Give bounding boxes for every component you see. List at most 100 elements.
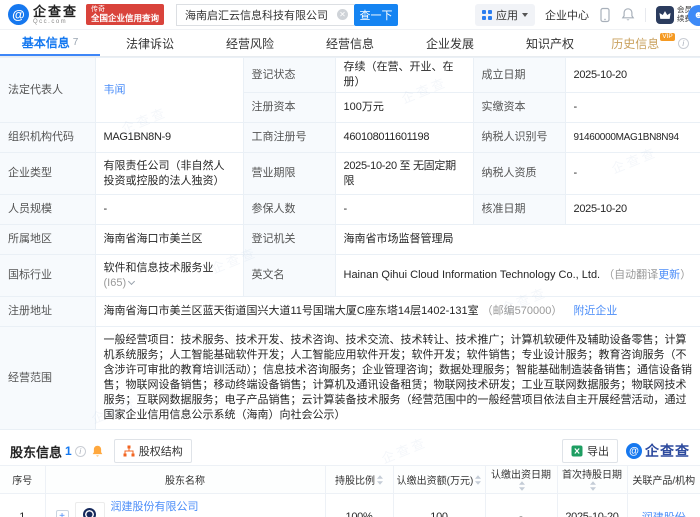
field-label: 国标行业 xyxy=(0,254,96,297)
auto-translate-note-close: ） xyxy=(680,269,692,281)
table-header-row: 序号 股东名称 持股比例 认缴出资额(万元) 认缴出资日期 首次持股日期 关联产… xyxy=(0,465,700,494)
member-center-link[interactable]: 企业中心 xyxy=(545,7,589,23)
org-code-value: MAG1BN8N-9 xyxy=(95,122,244,153)
reg-status-value: 存续（在营、开业、在册） xyxy=(335,57,474,93)
tab-count: 7 xyxy=(72,36,79,48)
field-label: 登记机关 xyxy=(243,224,336,255)
field-label: 实缴资本 xyxy=(473,92,566,123)
qcc-watermark-logo: @ 企查查 xyxy=(626,441,690,461)
field-label: 纳税人识别号 xyxy=(473,122,566,153)
table-row: 1 + 润建股份有限公司 润建股份（002929.SZ） 100% 100 - … xyxy=(0,493,700,517)
brand-domain: Qcc.com xyxy=(33,18,68,25)
zip-code: （邮编570000） xyxy=(481,305,563,317)
industry-cell: 软件和信息技术服务业 (I65) xyxy=(95,254,244,297)
auto-translate-note: （自动翻译 xyxy=(603,269,659,281)
org-chart-icon xyxy=(123,445,135,457)
apps-label: 应用 xyxy=(496,9,518,22)
basic-info-table: 法定代表人 韦闻 登记状态 存续（在营、开业、在册） 成立日期 2025-10-… xyxy=(0,57,700,430)
qcc-company-page: 企查查 企查查 企查查 企查查 企查查 企查查 企查查 企查查 @ 企查查 Qc… xyxy=(0,0,700,517)
shareholder-name-link[interactable]: 润建股份有限公司 xyxy=(111,501,233,514)
apps-menu-button[interactable]: 应用 xyxy=(475,3,535,26)
col-date[interactable]: 认缴出资日期 xyxy=(485,465,558,494)
business-scope-value: 一般经营项目：技术服务、技术开发、技术咨询、技术交流、技术转让、技术推广；计算机… xyxy=(95,326,700,430)
equity-structure-button[interactable]: 股权结构 xyxy=(113,439,192,463)
qcc-logo[interactable]: @ 企查查 Qcc.com 传奇 全国企业信用查询 xyxy=(8,4,165,25)
vip-renew-button[interactable]: 会员 续费 xyxy=(656,5,692,24)
approval-date-value: 2025-10-20 xyxy=(565,194,700,225)
tab-company-development[interactable]: 企业发展 xyxy=(400,30,500,56)
sort-icon xyxy=(377,475,383,485)
shareholders-title: 股东信息 xyxy=(10,444,63,460)
field-label: 纳税人资质 xyxy=(473,152,566,195)
tab-intellectual-property[interactable]: 知识产权 xyxy=(500,30,600,56)
industry-code: (I65) xyxy=(103,276,127,289)
tab-basic-info[interactable]: 基本信息 7 xyxy=(0,30,100,56)
notification-bell-icon[interactable] xyxy=(621,7,635,22)
top-header: @ 企查查 Qcc.com 传奇 全国企业信用查询 ✕ 查一下 应用 企业中心 xyxy=(0,0,700,30)
english-name-value: Hainan Qihui Cloud Information Technolog… xyxy=(343,269,601,281)
tab-operating-risk[interactable]: 经营风险 xyxy=(200,30,300,56)
shareholders-header: 股东信息 1 i 股权结构 导出 @ 企查查 xyxy=(0,437,700,465)
insured-count-value: - xyxy=(335,194,474,225)
crown-icon xyxy=(656,5,674,24)
vip-badge: VIP xyxy=(660,33,675,41)
info-icon[interactable]: i xyxy=(677,37,689,49)
row-no: 1 xyxy=(0,493,46,517)
related-product-link[interactable]: 润建股份 xyxy=(642,512,686,517)
col-ratio[interactable]: 持股比例 xyxy=(325,465,394,494)
qcc-logo-icon: @ xyxy=(626,443,642,459)
legal-rep-link[interactable]: 韦闻 xyxy=(104,84,126,96)
amount-value: 100 xyxy=(393,493,486,517)
tab-label: 企业发展 xyxy=(425,36,474,51)
industry-code-toggle[interactable]: (I65) xyxy=(104,276,235,291)
tab-history-info[interactable]: 历史信息 VIP i xyxy=(600,30,700,56)
region-value: 海南省海口市美兰区 xyxy=(95,224,244,255)
field-label: 英文名 xyxy=(243,254,336,297)
nearby-companies-link[interactable]: 附近企业 xyxy=(573,305,617,317)
update-translation-link[interactable]: 更新 xyxy=(658,269,680,281)
field-label: 经营范围 xyxy=(0,326,96,430)
taxpayer-id-value: 91460000MAG1BN8N94 xyxy=(565,122,700,153)
est-date-value: 2025-10-20 xyxy=(565,57,700,93)
reg-authority-value: 海南省市场监督管理局 xyxy=(335,224,700,255)
search-button[interactable]: 查一下 xyxy=(354,3,399,26)
field-label: 登记状态 xyxy=(243,57,336,93)
tab-operating-info[interactable]: 经营信息 xyxy=(300,30,400,56)
biz-reg-no-value: 460108011601198 xyxy=(335,122,474,153)
english-name-cell: Hainan Qihui Cloud Information Technolog… xyxy=(335,254,700,297)
biz-term-value: 2025-10-20 至 无固定期限 xyxy=(335,152,474,195)
search-bar: ✕ 查一下 xyxy=(176,3,399,26)
tab-label: 经营信息 xyxy=(325,36,374,51)
export-label: 导出 xyxy=(587,446,609,458)
company-logo xyxy=(74,501,105,517)
export-button[interactable]: 导出 xyxy=(562,439,618,463)
field-label: 法定代表人 xyxy=(0,57,96,123)
tab-label: 历史信息 xyxy=(611,36,660,51)
shareholder-name-cell: + 润建股份有限公司 润建股份（002929.SZ） xyxy=(46,501,325,517)
alert-bell-icon[interactable] xyxy=(91,444,104,458)
field-label: 成立日期 xyxy=(473,57,566,93)
address-value: 海南省海口市美兰区蓝天街道国兴大道11号国瑞大厦C座东塔14层1402-131室 xyxy=(103,305,479,317)
field-label: 注册资本 xyxy=(243,92,336,123)
col-first-date[interactable]: 首次持股日期 xyxy=(557,465,628,494)
tab-legal-litigation[interactable]: 法律诉讼 xyxy=(100,30,200,56)
info-icon[interactable]: i xyxy=(74,445,86,457)
search-input[interactable] xyxy=(176,3,355,26)
expand-row-button[interactable]: + xyxy=(55,510,69,517)
field-label: 人员规模 xyxy=(0,194,96,225)
brand-slogan-badge: 传奇 全国企业信用查询 xyxy=(86,4,165,25)
equity-structure-label: 股权结构 xyxy=(138,446,183,458)
clear-search-icon[interactable]: ✕ xyxy=(337,9,349,20)
mobile-phone-icon[interactable] xyxy=(599,7,611,23)
shareholders-count: 1 xyxy=(65,444,72,458)
col-no: 序号 xyxy=(0,465,46,494)
field-label: 营业期限 xyxy=(243,152,336,195)
col-amount[interactable]: 认缴出资额(万元) xyxy=(393,465,486,494)
divider xyxy=(645,7,646,22)
shareholders-table: 序号 股东名称 持股比例 认缴出资额(万元) 认缴出资日期 首次持股日期 关联产… xyxy=(0,465,700,517)
paid-capital-value: - xyxy=(565,92,700,123)
field-label: 工商注册号 xyxy=(243,122,336,153)
field-label: 注册地址 xyxy=(0,296,96,327)
tab-label: 法律诉讼 xyxy=(125,36,174,51)
field-label: 参保人数 xyxy=(243,194,336,225)
